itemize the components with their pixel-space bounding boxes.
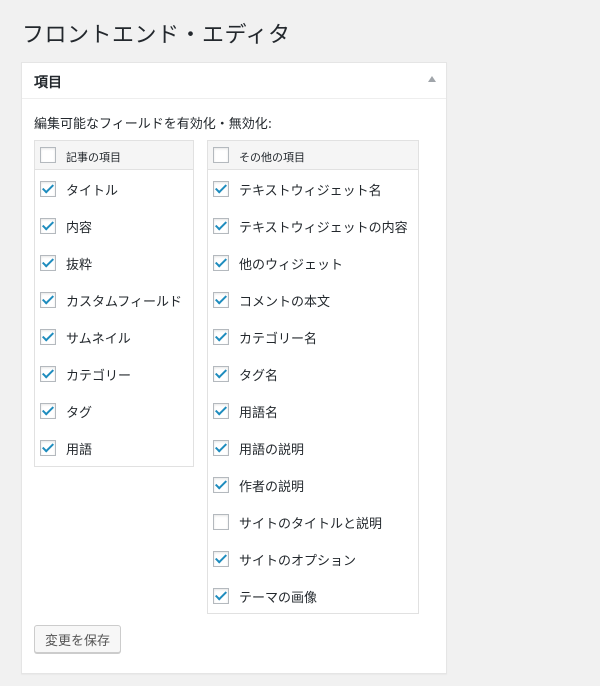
field-label: テキストウィジェット名 <box>239 184 382 199</box>
post-fields-header-label: 記事の項目 <box>66 151 121 164</box>
field-checkbox[interactable] <box>213 477 229 493</box>
field-label: サイトのタイトルと説明 <box>239 517 383 532</box>
field-checkbox[interactable] <box>213 181 229 197</box>
field-checkbox[interactable] <box>40 366 56 382</box>
field-label: 作者の説明 <box>239 480 305 495</box>
list-item[interactable]: タイトル <box>35 170 193 207</box>
list-item[interactable]: 用語名 <box>208 392 418 429</box>
field-checkbox[interactable] <box>213 588 229 604</box>
other-fields-header: その他の項目 <box>208 141 418 170</box>
post-fields-list: 記事の項目 タイトル 内容 抜粋 カスタムフィールド サムネイル カテゴリー タ… <box>34 140 194 467</box>
field-checkbox[interactable] <box>213 514 229 530</box>
field-checkbox[interactable] <box>40 440 56 456</box>
field-checkbox[interactable] <box>213 366 229 382</box>
other-fields-header-label: その他の項目 <box>239 151 305 164</box>
field-label: コメントの本文 <box>239 295 331 310</box>
list-item[interactable]: サムネイル <box>35 318 193 355</box>
list-item[interactable]: 他のウィジェット <box>208 244 418 281</box>
list-item[interactable]: テキストウィジェットの内容 <box>208 207 418 244</box>
list-item[interactable]: テキストウィジェット名 <box>208 170 418 207</box>
field-checkbox[interactable] <box>40 292 56 308</box>
list-item[interactable]: 作者の説明 <box>208 466 418 503</box>
field-label: 用語 <box>66 443 93 458</box>
field-label: テキストウィジェットの内容 <box>239 221 408 236</box>
page-title: フロントエンド・エディタ <box>22 23 291 48</box>
collapse-arrow-icon[interactable] <box>428 76 436 82</box>
field-label: サイトのオプション <box>239 554 357 569</box>
field-label: カスタムフィールド <box>66 295 182 310</box>
field-label: カテゴリー <box>66 369 132 384</box>
field-label: タグ名 <box>239 369 279 384</box>
field-checkbox[interactable] <box>40 329 56 345</box>
field-label: サムネイル <box>66 332 131 347</box>
field-label: 内容 <box>66 221 93 236</box>
field-checkbox[interactable] <box>40 181 56 197</box>
post-fields-header: 記事の項目 <box>35 141 193 170</box>
field-label: 他のウィジェット <box>239 258 344 273</box>
field-checkbox[interactable] <box>213 218 229 234</box>
save-changes-button[interactable]: 変更を保存 <box>34 625 121 653</box>
other-fields-list: その他の項目 テキストウィジェット名 テキストウィジェットの内容 他のウィジェッ… <box>207 140 419 614</box>
field-checkbox[interactable] <box>40 218 56 234</box>
field-label: カテゴリー名 <box>239 332 318 347</box>
field-checkbox[interactable] <box>213 255 229 271</box>
list-item[interactable]: サイトのオプション <box>208 540 418 577</box>
field-label: 抜粋 <box>66 258 93 273</box>
list-item[interactable]: カテゴリー名 <box>208 318 418 355</box>
list-item[interactable]: カテゴリー <box>35 355 193 392</box>
fields-panel: 項目 編集可能なフィールドを有効化・無効化: 記事の項目 タイトル 内容 抜粋 … <box>21 62 447 674</box>
field-checkbox[interactable] <box>213 292 229 308</box>
panel-header[interactable]: 項目 <box>22 63 446 99</box>
select-all-post-fields-checkbox[interactable] <box>40 147 56 163</box>
list-item[interactable]: テーマの画像 <box>208 577 418 614</box>
list-item[interactable]: 内容 <box>35 207 193 244</box>
list-item[interactable]: コメントの本文 <box>208 281 418 318</box>
field-label: タグ <box>66 406 93 421</box>
list-item[interactable]: タグ名 <box>208 355 418 392</box>
list-item[interactable]: 用語の説明 <box>208 429 418 466</box>
field-checkbox[interactable] <box>213 440 229 456</box>
list-item[interactable]: カスタムフィールド <box>35 281 193 318</box>
field-checkbox[interactable] <box>40 255 56 271</box>
field-checkbox[interactable] <box>213 403 229 419</box>
select-all-other-fields-checkbox[interactable] <box>213 147 229 163</box>
field-checkbox[interactable] <box>40 403 56 419</box>
panel-description: 編集可能なフィールドを有効化・無効化: <box>34 117 273 132</box>
field-label: 用語の説明 <box>239 443 305 458</box>
field-checkbox[interactable] <box>213 329 229 345</box>
list-item[interactable]: 抜粋 <box>35 244 193 281</box>
panel-title: 項目 <box>34 75 62 91</box>
list-item[interactable]: タグ <box>35 392 193 429</box>
field-checkbox[interactable] <box>213 551 229 567</box>
list-item[interactable]: サイトのタイトルと説明 <box>208 503 418 540</box>
list-item[interactable]: 用語 <box>35 429 193 466</box>
field-label: タイトル <box>66 184 119 199</box>
field-label: テーマの画像 <box>239 591 318 606</box>
field-label: 用語名 <box>239 406 279 421</box>
